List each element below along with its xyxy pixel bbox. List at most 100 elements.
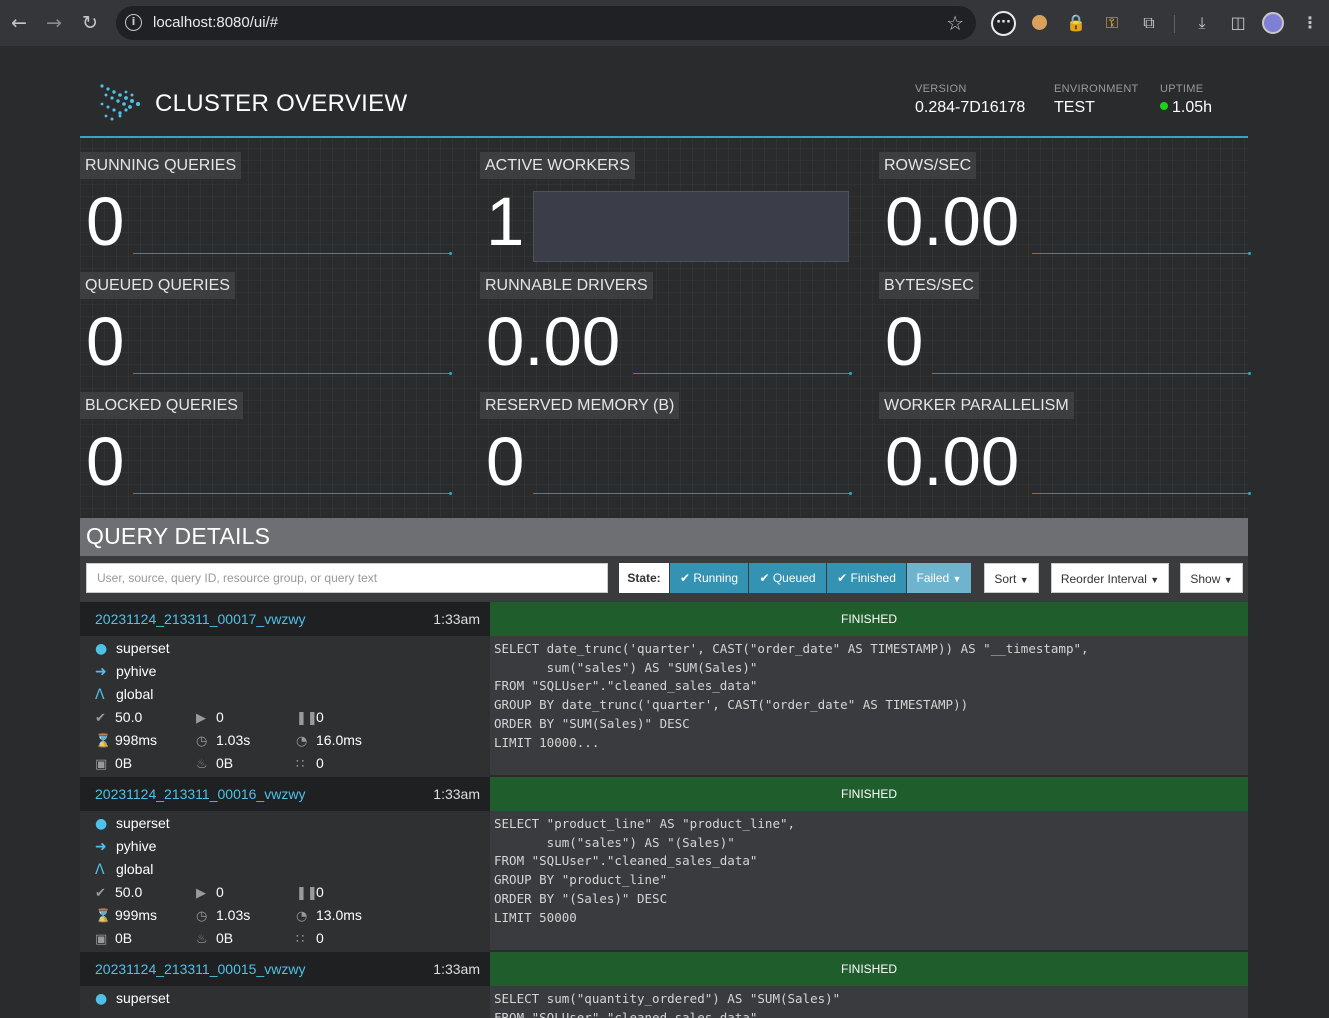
tasks-icon: ∷ <box>296 932 305 947</box>
key-extension-icon[interactable]: ⚿ <box>1100 11 1124 35</box>
pause-icon: ❚❚ <box>296 711 318 726</box>
stat-blocked-queries[interactable]: BLOCKED QUERIES 0 <box>80 392 452 500</box>
version-block: VERSION 0.284-7D16178 <box>915 83 1025 117</box>
profile-avatar[interactable] <box>1262 12 1284 34</box>
user-icon: ● <box>95 641 108 657</box>
stat-value: 0 <box>486 423 525 500</box>
query-user: ● superset <box>95 990 170 1007</box>
download-icon[interactable]: ⤓ <box>1190 11 1214 35</box>
peak-memory-value: 0B <box>216 755 234 771</box>
play-icon: ▶ <box>196 711 206 726</box>
filter-queued-button[interactable]: ✔ Queued <box>749 563 826 593</box>
stat-value: 1 <box>486 183 525 260</box>
state-label: State: <box>619 563 669 593</box>
cookie-extension-icon[interactable] <box>1028 11 1052 35</box>
reload-icon[interactable]: ↻ <box>79 11 101 35</box>
sort-dropdown[interactable]: Sort ▼ <box>984 563 1039 593</box>
dashboard-icon: ◔ <box>296 909 308 924</box>
stat-bytes-sec[interactable]: BYTES/SEC 0 <box>879 272 1251 380</box>
user-value: superset <box>116 640 170 656</box>
clock-icon: ◷ <box>196 734 208 749</box>
page: CLUSTER OVERVIEW VERSION 0.284-7D16178 E… <box>0 46 1329 1018</box>
query-id-bar: 20231124_213311_00016_vwzwy 1:33am <box>80 777 490 811</box>
query-row: 20231124_213311_00015_vwzwy 1:33am FINIS… <box>80 952 1248 1018</box>
wall-time-value: 999ms <box>115 907 158 923</box>
query-state-badge: FINISHED <box>490 602 1248 636</box>
query-row: 20231124_213311_00017_vwzwy 1:33am FINIS… <box>80 602 1248 777</box>
query-sql-text: SELECT sum("quantity_ordered") AS "SUM(S… <box>494 991 841 1018</box>
peak-memory: ♨ 0B <box>196 930 233 947</box>
site-info-icon[interactable]: i <box>125 14 142 31</box>
back-arrow-icon[interactable]: ← <box>8 11 30 35</box>
stat-rows-sec[interactable]: ROWS/SEC 0.00 <box>879 152 1251 260</box>
cpu-time-value: 16.0ms <box>316 732 362 748</box>
peak-memory-value: 0B <box>216 930 234 946</box>
reorder-interval-dropdown[interactable]: Reorder Interval ▼ <box>1051 563 1169 593</box>
forward-arrow-icon[interactable]: → <box>43 11 65 35</box>
filter-running-button[interactable]: ✔ Running <box>670 563 748 593</box>
query-id-link[interactable]: 20231124_213311_00017_vwzwy <box>95 611 305 627</box>
query-user: ● superset <box>95 815 170 832</box>
side-panel-icon[interactable]: ◫ <box>1226 11 1250 35</box>
source-value: pyhive <box>116 838 157 854</box>
query-id-link[interactable]: 20231124_213311_00016_vwzwy <box>95 786 305 802</box>
query-resource-group: Λglobal <box>95 861 153 878</box>
hourglass-icon: ⌛ <box>95 909 112 924</box>
query-resource-group: Λglobal <box>95 686 153 703</box>
query-sql-panel: SELECT "product_line" AS "product_line",… <box>490 811 1248 950</box>
query-user: ● superset <box>95 640 170 657</box>
caret-down-icon: ▼ <box>1019 575 1029 585</box>
bookmark-star-icon[interactable]: ☆ <box>946 11 964 35</box>
stat-queued-queries[interactable]: QUEUED QUERIES 0 <box>80 272 452 380</box>
page-title: CLUSTER OVERVIEW <box>155 90 408 117</box>
hourglass-icon: ⌛ <box>95 734 112 749</box>
stat-runnable-drivers[interactable]: RUNNABLE DRIVERS 0.00 <box>480 272 852 380</box>
chat-extension-icon[interactable]: ··· <box>991 11 1016 36</box>
source-value: pyhive <box>116 663 157 679</box>
queued-splits-value: 0 <box>316 709 324 725</box>
stat-reserved-memory[interactable]: RESERVED MEMORY (B) 0 <box>480 392 852 500</box>
stat-label: ACTIVE WORKERS <box>480 152 635 179</box>
stat-label: QUEUED QUERIES <box>80 272 235 299</box>
filter-failed-dropdown[interactable]: Failed ▼ <box>907 563 971 593</box>
filter-finished-button[interactable]: ✔ Finished <box>827 563 906 593</box>
elapsed-time-value: 1.03s <box>216 907 251 923</box>
queued-splits-value: 0 <box>316 884 324 900</box>
cpu-time-value: 13.0ms <box>316 907 362 923</box>
cpu-time: ◔ 13.0ms <box>296 907 362 924</box>
query-search-input[interactable] <box>86 563 608 593</box>
cumulative-value: 0 <box>316 755 324 771</box>
stat-label: BLOCKED QUERIES <box>80 392 243 419</box>
sparkline <box>932 372 1251 375</box>
filter-queued-label: Queued <box>772 571 816 585</box>
clock-icon: ◷ <box>196 909 208 924</box>
query-info-panel: ● superset ➜ pyhive Λglobal ✔ 50.0 ▶ 0 ❚❚0 ⌛… <box>80 811 490 952</box>
sparkline-bar <box>533 191 849 262</box>
cpu-time: ◔ 16.0ms <box>296 732 362 749</box>
login-icon: ➜ <box>95 664 107 680</box>
query-info-panel: ● superset <box>80 986 490 1018</box>
stat-label: RESERVED MEMORY (B) <box>480 392 680 419</box>
query-id-link[interactable]: 20231124_213311_00015_vwzwy <box>95 961 305 977</box>
stat-value: 0.00 <box>885 183 1020 260</box>
stat-active-workers[interactable]: ACTIVE WORKERS 1 <box>480 152 850 262</box>
kebab-menu-icon[interactable]: ⋮ <box>1298 11 1322 35</box>
running-splits-value: 0 <box>216 884 224 900</box>
stat-value: 0 <box>86 303 125 380</box>
completed-splits-value: 50.0 <box>115 884 143 900</box>
query-id-bar: 20231124_213311_00017_vwzwy 1:33am <box>80 602 490 636</box>
user-value: superset <box>116 990 170 1006</box>
caret-down-icon: ▼ <box>1223 575 1233 585</box>
url-text[interactable]: localhost:8080/ui/# <box>153 14 278 31</box>
address-bar[interactable]: i localhost:8080/ui/# ☆ <box>116 6 976 40</box>
lock-extension-icon[interactable]: 🔒 <box>1064 11 1088 35</box>
stat-running-queries[interactable]: RUNNING QUERIES 0 <box>80 152 452 260</box>
reorder-label: Reorder Interval <box>1060 572 1147 586</box>
user-icon: ● <box>95 816 108 832</box>
fire-icon: ♨ <box>196 932 208 947</box>
stat-worker-parallelism[interactable]: WORKER PARALLELISM 0.00 <box>879 392 1251 500</box>
stat-label: RUNNABLE DRIVERS <box>480 272 653 299</box>
show-dropdown[interactable]: Show ▼ <box>1180 563 1243 593</box>
sparkline <box>133 492 452 495</box>
extensions-puzzle-icon[interactable]: ⧉ <box>1137 11 1161 35</box>
